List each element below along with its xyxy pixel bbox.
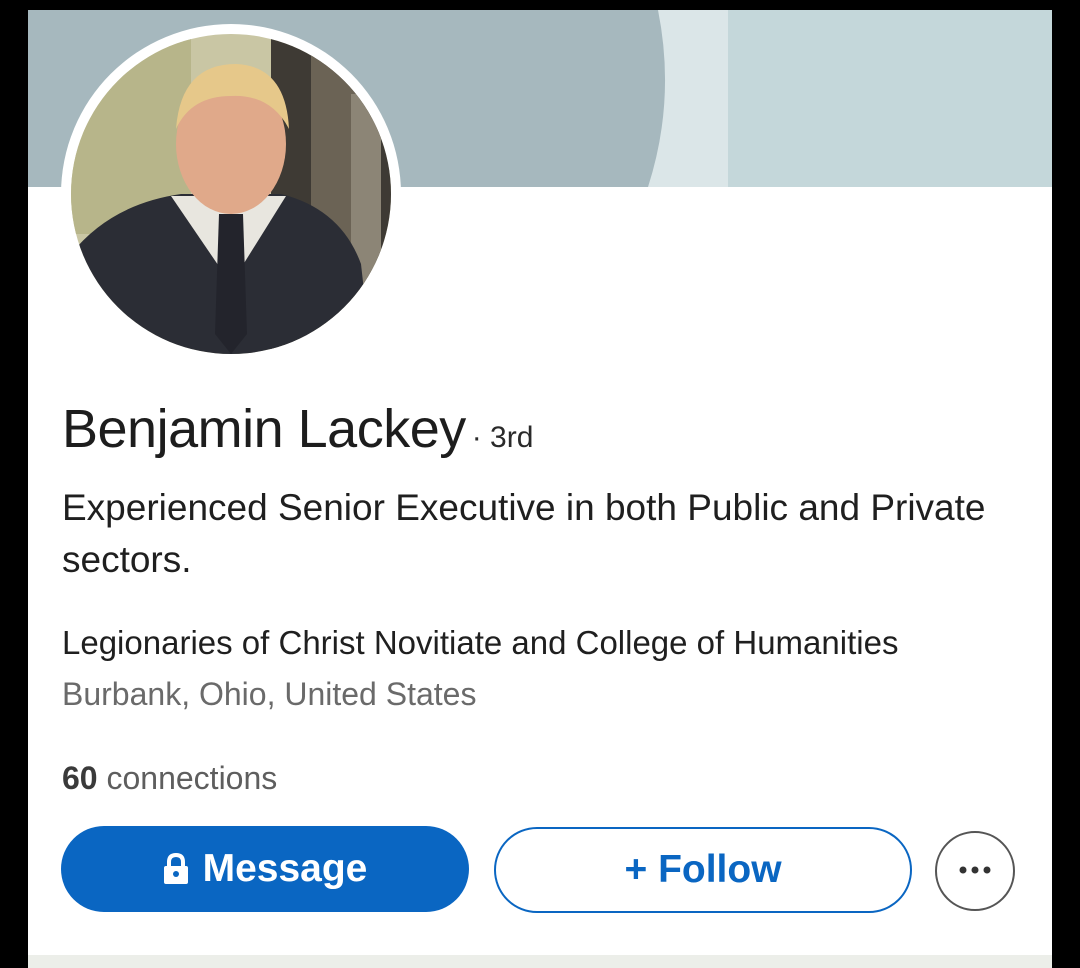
message-label: Message [202,847,368,890]
section-divider [28,955,1052,968]
profile-card: Benjamin Lackey · 3rd Experienced Senior… [28,10,1052,968]
profile-headline: Experienced Senior Executive in both Pub… [62,487,986,580]
connections-count[interactable]: 60 connections [62,760,277,797]
connections-label: connections [97,760,278,796]
profile-name: Benjamin Lackey [62,399,466,459]
connections-number: 60 [62,760,98,796]
lock-icon [163,853,189,885]
profile-location: Burbank, Ohio, United States [62,676,477,712]
more-dots-icon [958,862,992,880]
connection-degree: · 3rd [471,421,534,454]
profile-school[interactable]: Legionaries of Christ Novitiate and Coll… [62,624,898,662]
follow-button[interactable]: + Follow [494,827,912,913]
name-row: Benjamin Lackey · 3rd [62,398,533,468]
more-actions-button[interactable] [935,831,1015,911]
profile-avatar[interactable] [61,24,401,364]
profile-photo [71,34,391,354]
screen: Benjamin Lackey · 3rd Experienced Senior… [0,0,1080,968]
follow-label: + Follow [624,848,782,891]
message-button[interactable]: Message [61,826,469,912]
